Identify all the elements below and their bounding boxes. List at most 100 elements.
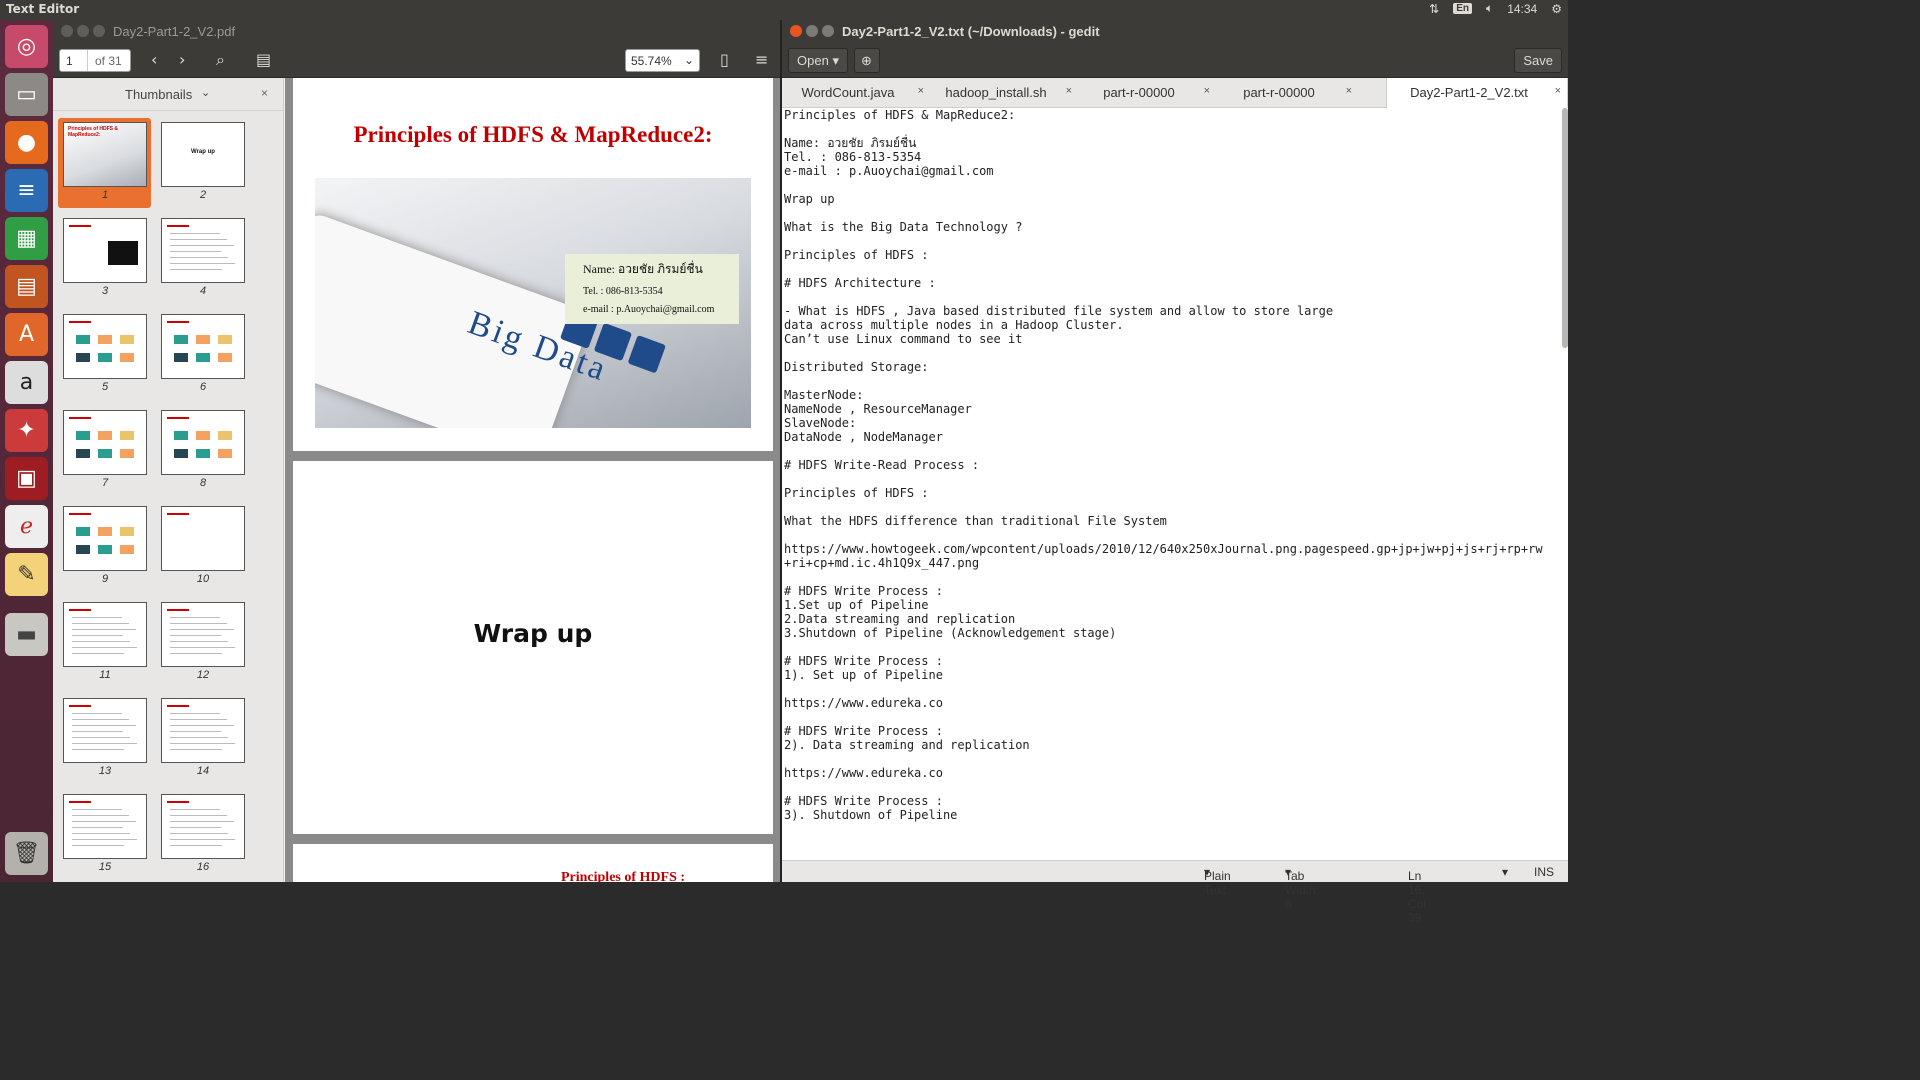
page-number-input[interactable]: 1 of 31: [59, 49, 131, 72]
current-page[interactable]: 1: [60, 50, 88, 71]
thumbnail-text-line: [72, 713, 122, 714]
impress-icon[interactable]: ▤: [5, 265, 48, 308]
thumbnail-text-line: [72, 839, 137, 840]
thumbnail-page-15[interactable]: [63, 794, 147, 859]
tab-2[interactable]: part-r-00000 ×: [1078, 78, 1216, 108]
text-editor-area[interactable]: Principles of HDFS & MapReduce2: Name: อ…: [782, 108, 1568, 862]
document-viewer-icon[interactable]: ℯ: [5, 505, 48, 548]
thumbnail-diagram-block: [174, 449, 188, 458]
sidebar-mode-label[interactable]: Thumbnails: [125, 87, 192, 102]
thumbnail-page-16[interactable]: [161, 794, 245, 859]
close-tab-icon[interactable]: ×: [1346, 85, 1352, 97]
pdf-document-view[interactable]: Principles of HDFS & MapReduce2: Big Dat…: [285, 78, 780, 882]
thumbnail-page-14[interactable]: [161, 698, 245, 763]
close-tab-icon[interactable]: ×: [1204, 85, 1210, 97]
thumbnail-page-12[interactable]: [161, 602, 245, 667]
thumbnail-text-line: [170, 617, 220, 618]
chevron-down-icon[interactable]: ▾: [1502, 865, 1508, 879]
thumbnails-sidebar: Thumbnails ⌄ × Principles of HDFS & MapR…: [53, 78, 284, 882]
thumbnail-text-line: [170, 713, 220, 714]
thumbnail-page-6[interactable]: [161, 314, 245, 379]
network-icon[interactable]: ⇅: [1429, 2, 1439, 16]
pdf-titlebar: Day2-Part1-2_V2.pdf: [53, 20, 780, 43]
minimize-button[interactable]: [77, 25, 89, 37]
minimize-button[interactable]: [806, 25, 818, 37]
tab-4[interactable]: Day2-Part1-2_V2.txt ×: [1386, 78, 1568, 109]
maximize-button[interactable]: [822, 25, 834, 37]
thumbnail-page-8[interactable]: [161, 410, 245, 475]
vertical-scrollbar[interactable]: [1562, 108, 1568, 348]
close-tab-icon[interactable]: ×: [1066, 85, 1072, 97]
thumbnail-text-line: [170, 731, 221, 732]
open-button[interactable]: Open ▾: [788, 48, 848, 73]
chevron-down-icon[interactable]: ⌄: [201, 86, 210, 99]
thumbnail-text-line: [72, 641, 130, 642]
gedit-window: Day2-Part1-2_V2.txt (~/Downloads) - gedi…: [782, 20, 1568, 925]
maximize-button[interactable]: [93, 25, 105, 37]
gear-icon[interactable]: ⚙: [1551, 2, 1562, 16]
thumbnail-page-13[interactable]: [63, 698, 147, 763]
tab-0[interactable]: WordCount.java ×: [782, 78, 930, 108]
tab-width-select[interactable]: Tab Width: 8 ▾: [1285, 865, 1319, 911]
thumbnail-diagram-block: [196, 335, 210, 344]
thumbnail-page-4[interactable]: [161, 218, 245, 283]
amazon-icon[interactable]: a: [5, 361, 48, 404]
annotate-icon[interactable]: ▤: [256, 50, 271, 69]
thumbnail-heading: [69, 321, 91, 323]
close-tab-icon[interactable]: ×: [1555, 85, 1561, 97]
thumbnail-text-line: [170, 623, 227, 624]
thumbnail-page-number: 9: [101, 573, 109, 585]
new-tab-icon[interactable]: ⊕: [854, 48, 880, 73]
search-icon[interactable]: ⌕: [216, 50, 225, 70]
firefox-icon[interactable]: ●: [5, 121, 48, 164]
thumbnail-page-5[interactable]: [63, 314, 147, 379]
text-editor-icon[interactable]: ✎: [5, 553, 48, 596]
tab-label: part-r-00000: [1243, 85, 1315, 100]
tab-1[interactable]: hadoop_install.sh ×: [930, 78, 1078, 108]
language-select[interactable]: Plain Text ▾: [1204, 865, 1231, 897]
system-settings-icon[interactable]: ✦: [5, 409, 48, 452]
clock[interactable]: 14:34: [1507, 2, 1537, 16]
thumbnail-diagram-block: [196, 353, 210, 362]
drive-icon[interactable]: ▬: [5, 613, 48, 656]
tab-3[interactable]: part-r-00000 ×: [1216, 78, 1358, 108]
thumbnail-page-9[interactable]: [63, 506, 147, 571]
close-button[interactable]: [61, 25, 73, 37]
writer-icon[interactable]: ≡: [5, 169, 48, 212]
thumbnail-diagram-block: [174, 431, 188, 440]
thumbnail-diagram-block: [76, 527, 90, 536]
keyboard-layout-indicator[interactable]: En: [1453, 3, 1472, 14]
thumbnail-page-2[interactable]: Wrap up: [161, 122, 245, 187]
app-icon[interactable]: ▣: [5, 457, 48, 500]
next-page-icon[interactable]: ›: [179, 50, 185, 69]
close-button[interactable]: [790, 25, 802, 37]
thumbnail-text-line: [72, 623, 129, 624]
menu-icon[interactable]: ≡: [755, 50, 768, 69]
thumbnail-diagram-block: [76, 335, 90, 344]
save-button[interactable]: Save: [1514, 48, 1562, 73]
thumbnail-page-11[interactable]: [63, 602, 147, 667]
files-icon[interactable]: ▭: [5, 73, 48, 116]
trash-icon[interactable]: 🗑︎: [5, 832, 48, 875]
calc-icon[interactable]: ▦: [5, 217, 48, 260]
page-layout-icon[interactable]: ▯: [720, 50, 729, 69]
ubuntu-dash-icon[interactable]: ◎: [5, 25, 48, 68]
zoom-select[interactable]: 55.74% ⌄: [625, 49, 700, 72]
thumbnail-page-10[interactable]: [161, 506, 245, 571]
close-icon[interactable]: ×: [261, 86, 268, 100]
software-center-icon[interactable]: A: [5, 313, 48, 356]
thumbnail-page-1[interactable]: Principles of HDFS & MapReduce2:: [63, 122, 147, 187]
close-tab-icon[interactable]: ×: [918, 85, 924, 97]
previous-page-icon[interactable]: ‹: [151, 50, 157, 69]
thumbnail-page-3[interactable]: [63, 218, 147, 283]
thumbnail-diagram-block: [76, 431, 90, 440]
volume-icon[interactable]: 🔈︎: [1486, 1, 1493, 16]
document-text[interactable]: Principles of HDFS & MapReduce2: Name: อ…: [782, 108, 1568, 822]
thumbnail-page-number: 6: [199, 381, 207, 393]
top-panel: Text Editor ⇅ En 🔈︎ 14:34 ⚙: [0, 0, 1568, 20]
thumbnail-page-7[interactable]: [63, 410, 147, 475]
thumbnail-heading: [69, 705, 91, 707]
thumbnail-diagram-block: [120, 353, 134, 362]
thumbnail-diagram-block: [218, 431, 232, 440]
thumbnail-heading: [167, 705, 189, 707]
